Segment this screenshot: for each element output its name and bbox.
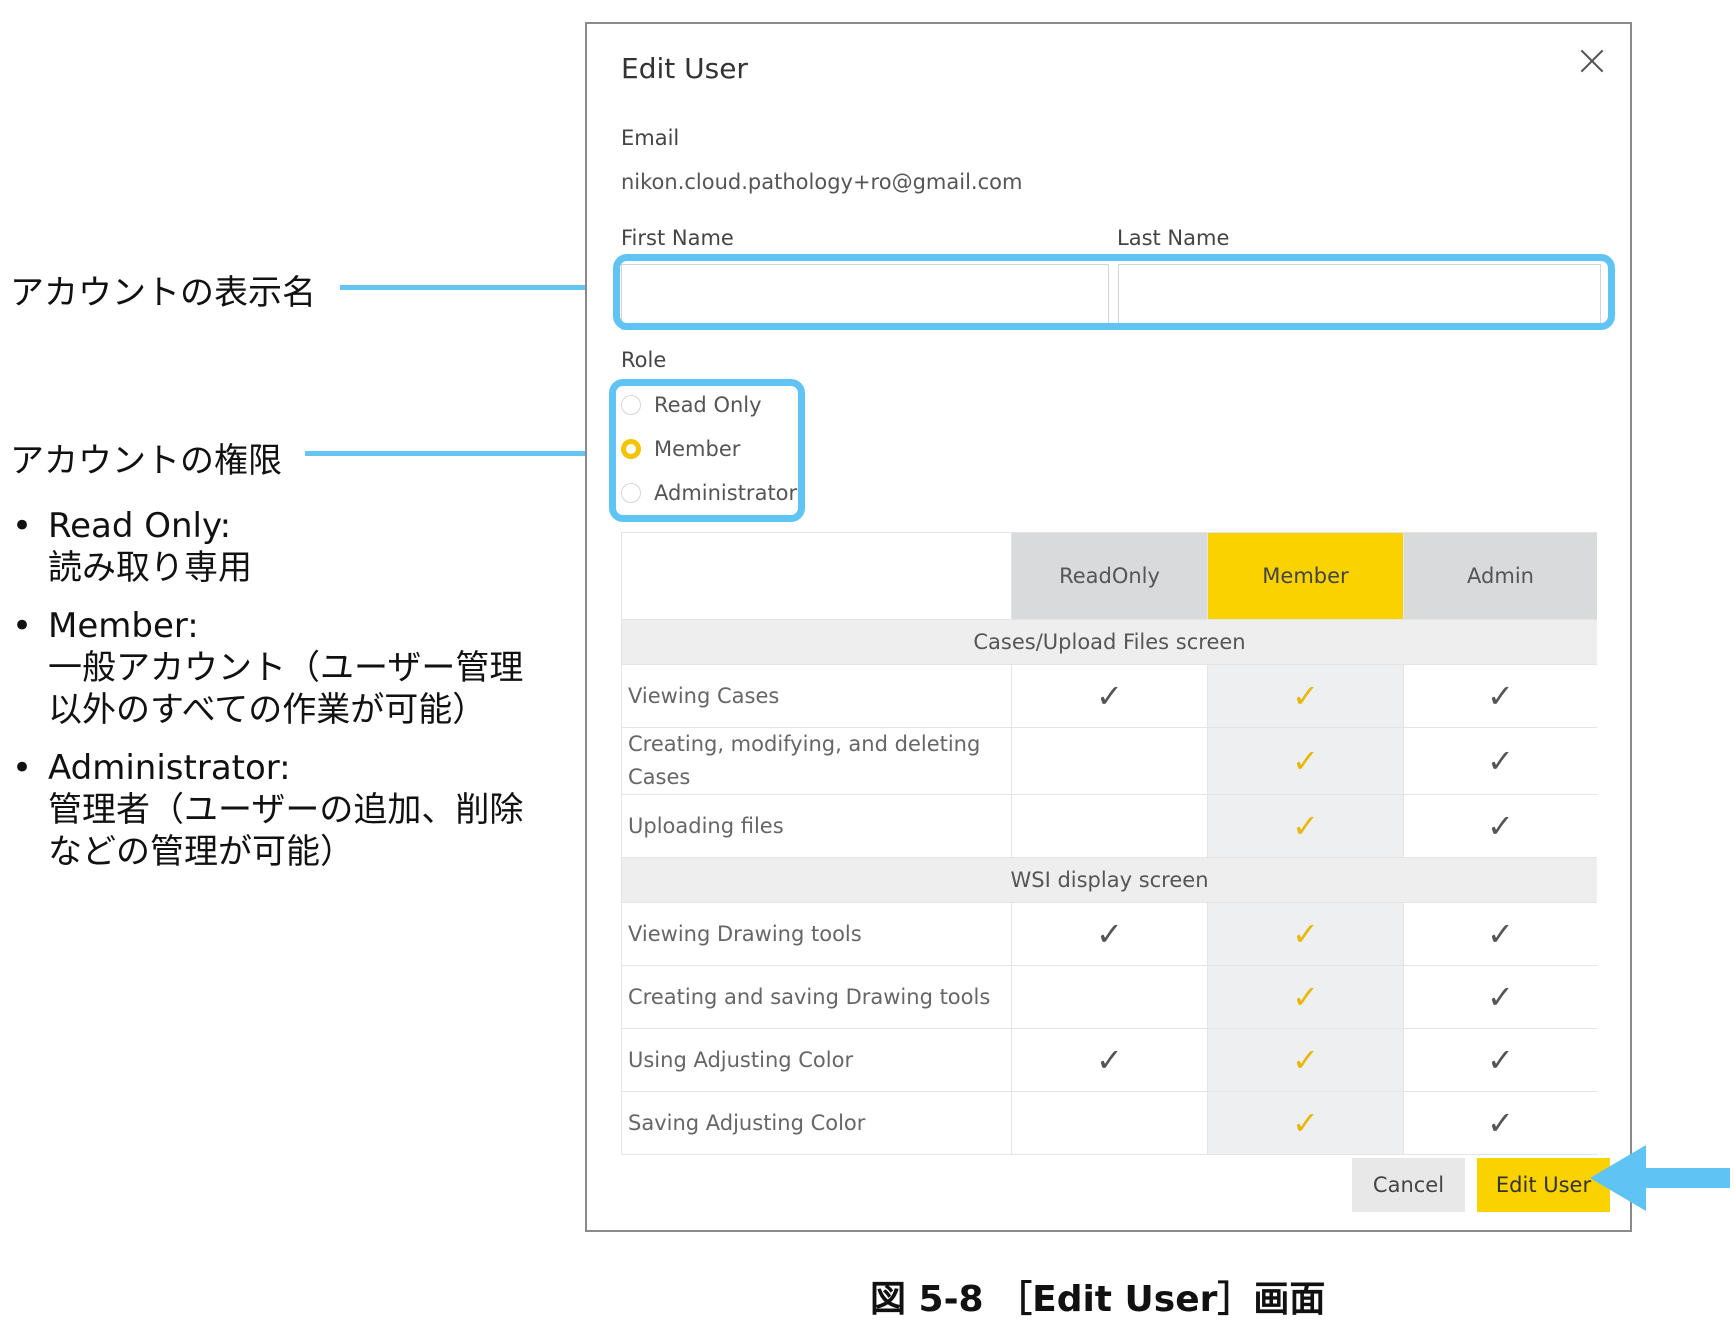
check-icon: ✓ (1207, 664, 1404, 728)
check-icon: ✓ (1403, 664, 1597, 728)
annotation-permissions: アカウントの権限 (10, 441, 282, 481)
column-header-admin: Admin (1403, 532, 1597, 620)
first-name-label: First Name (621, 226, 734, 250)
close-icon[interactable] (1574, 44, 1610, 80)
check-icon: ✓ (1403, 1091, 1597, 1155)
feature-name: Saving Adjusting Color (621, 1091, 1012, 1155)
role-description-list: • Read Only: 読み取り専用 • Member: 一般アカウント（ユー… (10, 505, 570, 889)
annotation-line-display-name (340, 285, 617, 290)
check-icon: ✓ (1011, 664, 1208, 728)
check-icon: ✓ (1207, 1028, 1404, 1092)
radio-member[interactable] (621, 439, 641, 459)
empty-cell (1011, 727, 1208, 795)
check-icon: ✓ (1207, 902, 1404, 966)
role-option-readonly[interactable]: Read Only (621, 388, 762, 422)
radio-readonly[interactable] (621, 395, 641, 415)
role-option-label: Administrator (654, 481, 798, 505)
check-icon: ✓ (1011, 902, 1208, 966)
role-term: Read Only: (48, 506, 232, 546)
permissions-table: ReadOnly Member Admin Cases/Upload Files… (621, 532, 1597, 1158)
email-label: Email (621, 126, 680, 150)
last-name-label: Last Name (1117, 226, 1230, 250)
last-name-input[interactable] (1118, 264, 1601, 330)
pointer-arrow-icon (1590, 1145, 1730, 1211)
check-icon: ✓ (1011, 1028, 1208, 1092)
role-option-label: Read Only (654, 393, 762, 417)
check-icon: ✓ (1207, 794, 1404, 858)
table-row: Creating and saving Drawing tools ✓ ✓ (621, 965, 1597, 1029)
table-header-blank (621, 532, 1012, 620)
annotation-line-permissions (305, 451, 617, 456)
role-description-administrator: • Administrator: 管理者（ユーザーの追加、削除 などの管理が可能… (10, 747, 570, 873)
check-icon: ✓ (1403, 727, 1597, 795)
check-icon: ✓ (1403, 902, 1597, 966)
bullet-dot: • (12, 506, 33, 546)
role-term: Administrator: (48, 748, 291, 788)
first-name-input[interactable] (621, 264, 1109, 330)
table-row: Viewing Drawing tools ✓ ✓ ✓ (621, 902, 1597, 966)
role-description-readonly: • Read Only: 読み取り専用 (10, 505, 570, 589)
check-icon: ✓ (1207, 965, 1404, 1029)
check-icon: ✓ (1403, 1028, 1597, 1092)
empty-cell (1011, 794, 1208, 858)
table-section-row: Cases/Upload Files screen (621, 619, 1597, 665)
email-value: nikon.cloud.pathology+ro@gmail.com (621, 170, 1023, 194)
feature-name: Creating and saving Drawing tools (621, 965, 1012, 1029)
section-title: WSI display screen (621, 857, 1597, 903)
feature-name: Creating, modifying, and deleting Cases (621, 727, 1012, 795)
column-header-readonly: ReadOnly (1011, 532, 1208, 620)
table-row: Saving Adjusting Color ✓ ✓ (621, 1091, 1597, 1155)
bullet-dot: • (12, 748, 33, 788)
table-row: Viewing Cases ✓ ✓ ✓ (621, 664, 1597, 728)
role-desc: 読み取り専用 (48, 548, 252, 588)
table-header-row: ReadOnly Member Admin (621, 532, 1597, 620)
feature-name: Viewing Cases (621, 664, 1012, 728)
check-icon: ✓ (1403, 965, 1597, 1029)
figure-caption: 図 5-8 ［Edit User］画面 (870, 1279, 1326, 1320)
table-row: Creating, modifying, and deleting Cases … (621, 727, 1597, 795)
empty-cell (1011, 965, 1208, 1029)
check-icon: ✓ (1403, 794, 1597, 858)
check-icon: ✓ (1207, 1091, 1404, 1155)
feature-name: Viewing Drawing tools (621, 902, 1012, 966)
table-row: Uploading files ✓ ✓ (621, 794, 1597, 858)
feature-name: Using Adjusting Color (621, 1028, 1012, 1092)
empty-cell (1011, 1091, 1208, 1155)
dialog-title: Edit User (621, 52, 748, 85)
table-row: Using Adjusting Color ✓ ✓ ✓ (621, 1028, 1597, 1092)
role-option-member[interactable]: Member (621, 432, 740, 466)
role-desc: 一般アカウント（ユーザー管理 以外のすべての作業が可能） (48, 648, 524, 730)
cancel-button[interactable]: Cancel (1352, 1158, 1465, 1212)
annotation-display-name: アカウントの表示名 (10, 273, 316, 313)
role-desc: 管理者（ユーザーの追加、削除 などの管理が可能） (48, 790, 524, 872)
role-option-label: Member (654, 437, 741, 461)
edit-user-dialog: Edit User Email nikon.cloud.pathology+ro… (585, 22, 1632, 1232)
table-section-row: WSI display screen (621, 857, 1597, 903)
role-label: Role (621, 348, 667, 372)
role-term: Member: (48, 606, 199, 646)
radio-administrator[interactable] (621, 483, 641, 503)
role-description-member: • Member: 一般アカウント（ユーザー管理 以外のすべての作業が可能） (10, 605, 570, 731)
column-header-member: Member (1207, 532, 1404, 620)
role-option-administrator[interactable]: Administrator (621, 476, 797, 510)
check-icon: ✓ (1207, 727, 1404, 795)
section-title: Cases/Upload Files screen (621, 619, 1597, 665)
bullet-dot: • (12, 606, 33, 646)
feature-name: Uploading files (621, 794, 1012, 858)
